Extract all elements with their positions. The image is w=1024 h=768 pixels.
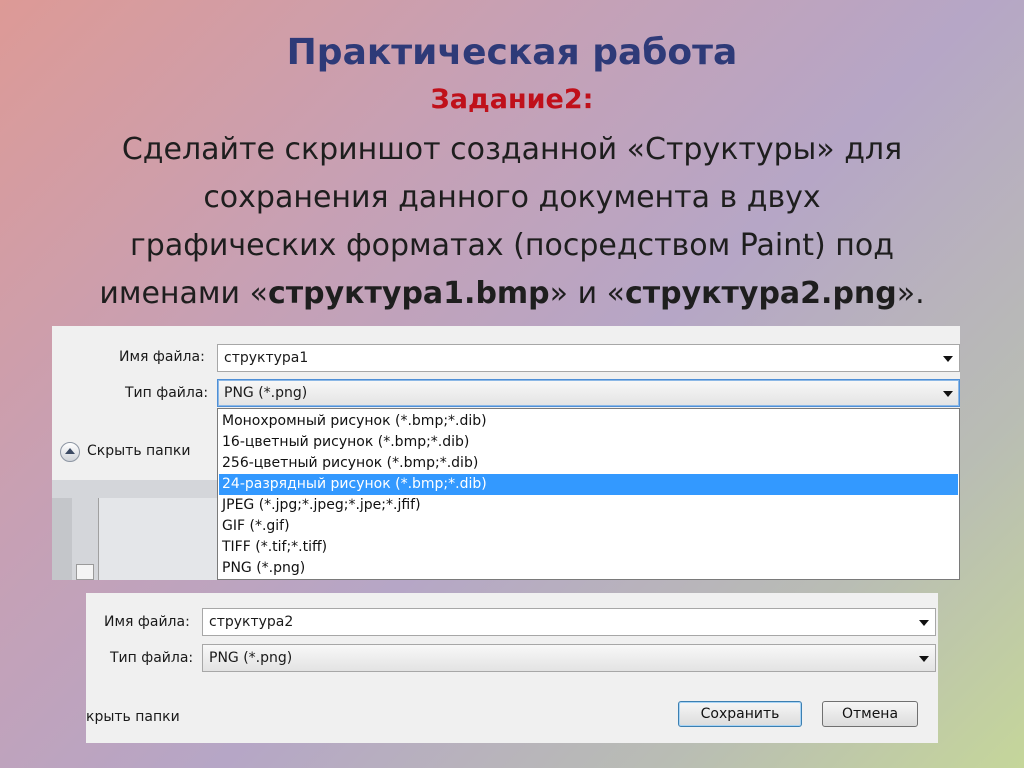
filename-value: структура1 <box>224 350 309 366</box>
filetype-value: PNG (*.png) <box>224 385 308 401</box>
filename-png: структура2.png <box>624 276 897 311</box>
filename-value: структура2 <box>209 614 294 630</box>
save-dialog-2: Имя файла: структура2 Тип файла: PNG (*.… <box>86 593 938 743</box>
filetype-option-highlighted[interactable]: 24-разрядный рисунок (*.bmp;*.dib) <box>219 474 958 495</box>
filetype-option[interactable]: Монохромный рисунок (*.bmp;*.dib) <box>219 411 958 432</box>
chevron-down-icon[interactable] <box>943 356 953 362</box>
filetype-option[interactable]: PNG (*.png) <box>219 558 958 579</box>
filename-input[interactable]: структура1 <box>217 344 960 372</box>
filetype-option[interactable]: GIF (*.gif) <box>219 516 958 537</box>
filetype-label: Тип файла: <box>110 650 194 666</box>
filetype-select[interactable]: PNG (*.png) <box>217 379 960 407</box>
chevron-down-icon[interactable] <box>919 656 929 662</box>
filename-label: Имя файла: <box>104 614 190 630</box>
filetype-option[interactable]: JPEG (*.jpg;*.jpeg;*.jpe;*.jfif) <box>219 495 958 516</box>
filetype-option[interactable]: TIFF (*.tif;*.tiff) <box>219 537 958 558</box>
folder-pane-column <box>52 498 72 580</box>
folder-pane-content <box>98 498 218 580</box>
chevron-down-icon[interactable] <box>919 620 929 626</box>
filename-label: Имя файла: <box>119 349 205 365</box>
task-line-2: сохранения данного документа в двух <box>203 180 821 215</box>
filetype-select[interactable]: PNG (*.png) <box>202 644 936 672</box>
chevron-down-icon[interactable] <box>943 391 953 397</box>
save-button[interactable]: Сохранить <box>678 701 802 727</box>
filetype-option[interactable]: 256-цветный рисунок (*.bmp;*.dib) <box>219 453 958 474</box>
task-line-1: Сделайте скриншот созданной «Структуры» … <box>121 132 903 167</box>
task-line-4: именами «структура1.bmp» и «структура2.p… <box>40 270 984 318</box>
scrollbar[interactable] <box>76 564 94 580</box>
task-line-4-prefix: именами « <box>99 276 268 311</box>
task-line-4-suffix: ». <box>896 276 925 311</box>
task-label: Задание2: <box>430 84 594 115</box>
task-line-4-mid: » и « <box>549 276 625 311</box>
hide-folders-button[interactable]: крыть папки <box>86 709 180 725</box>
slide-title: Практическая работа <box>286 32 738 73</box>
filetype-dropdown-list: Монохромный рисунок (*.bmp;*.dib) 16-цве… <box>217 408 960 580</box>
task-line-3: графических форматах (посредством Paint)… <box>130 228 894 263</box>
filename-input[interactable]: структура2 <box>202 608 936 636</box>
save-dialog-1: Имя файла: структура1 Тип файла: PNG (*.… <box>52 326 960 580</box>
collapse-up-icon <box>60 442 80 462</box>
hide-folders-label: Скрыть папки <box>87 443 191 459</box>
folder-pane <box>52 480 218 580</box>
filetype-option[interactable]: 16-цветный рисунок (*.bmp;*.dib) <box>219 432 958 453</box>
cancel-button[interactable]: Отмена <box>822 701 918 727</box>
filename-bmp: структура1.bmp <box>267 276 550 311</box>
filetype-label: Тип файла: <box>125 385 209 401</box>
filetype-value: PNG (*.png) <box>209 650 293 666</box>
task-text: Сделайте скриншот созданной «Структуры» … <box>40 126 984 318</box>
